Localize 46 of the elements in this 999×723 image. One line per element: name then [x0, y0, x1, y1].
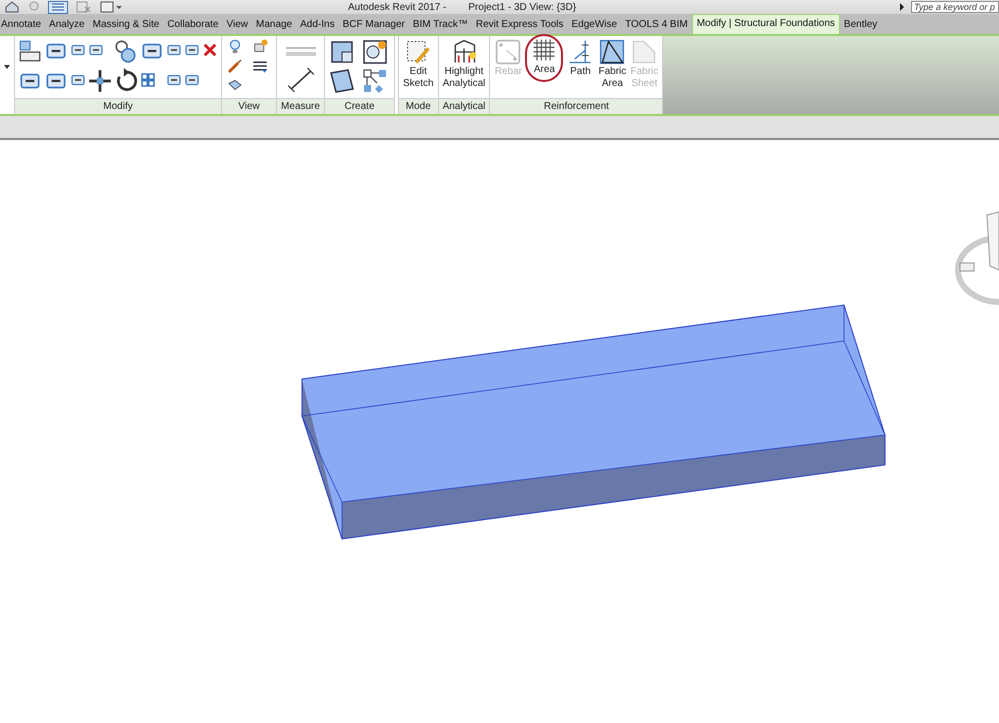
ribbon-button[interactable]: Highlight Analytical	[442, 38, 486, 90]
panel-title: Measure	[277, 98, 324, 114]
ribbon-tab[interactable]: TOOLS 4 BIM	[621, 16, 692, 34]
ribbon-button[interactable]: Fabric Area	[597, 38, 628, 90]
parts-icon[interactable]	[328, 67, 356, 95]
ribbon-tab[interactable]: Collaborate	[163, 16, 222, 34]
model-group-icon[interactable]	[361, 38, 389, 66]
ribbon-tab[interactable]: View	[222, 16, 252, 34]
ribbon-button[interactable]: Path	[565, 38, 596, 78]
caret-icon[interactable]	[899, 3, 905, 11]
rebar-icon	[494, 38, 522, 66]
array-icon[interactable]	[139, 71, 157, 89]
ribbon-tab[interactable]: Bentley	[840, 16, 882, 34]
ribbon-tab[interactable]: Revit Express Tools	[472, 16, 568, 34]
panel-title: View	[222, 98, 276, 114]
ribbon-tab[interactable]: Add-Ins	[296, 16, 339, 34]
ribbon-button[interactable]: Area	[525, 34, 564, 82]
panel-title: Mode	[399, 98, 438, 114]
paintbrush-icon[interactable]	[226, 57, 244, 75]
search-field[interactable]: Type a keyword or p	[911, 1, 999, 13]
windows-icon[interactable]	[100, 1, 122, 13]
app-title: Autodesk Revit 2017 -	[348, 2, 446, 12]
panel-title: Create	[325, 98, 394, 114]
list-icon[interactable]	[48, 0, 68, 14]
document-title: Project1 - 3D View: {3D}	[468, 2, 576, 12]
ribbon-tab[interactable]: BCF Manager	[338, 16, 409, 34]
move-icon[interactable]	[87, 68, 113, 94]
fabric-icon	[598, 38, 626, 66]
ribbon-tab[interactable]: EdgeWise	[568, 16, 622, 34]
ribbon-tab[interactable]: BIM Track™	[408, 16, 472, 34]
dropdown-icon[interactable]	[4, 65, 10, 69]
ribbon-tab[interactable]: Massing & Site	[88, 16, 164, 34]
ribbon-button[interactable]: Edit Sketch	[402, 38, 435, 90]
flow-icon[interactable]	[361, 67, 389, 95]
delete-icon[interactable]	[201, 41, 219, 59]
panel-title: Modify	[15, 98, 221, 114]
ribbon-tab[interactable]: Analyze	[45, 16, 89, 34]
close-window-icon[interactable]	[76, 1, 92, 13]
panel-title: Analytical	[438, 98, 490, 114]
slab-drawing[interactable]	[302, 304, 886, 540]
view-cube-drawing[interactable]	[955, 211, 999, 305]
ribbon-tab[interactable]: Manage	[252, 16, 296, 34]
align-icon[interactable]	[17, 38, 43, 64]
ribbon-tab[interactable]: Annotate	[0, 16, 46, 34]
panel-title: Reinforcement	[490, 98, 662, 114]
ribbon-tab[interactable]: Modify | Structural Foundations	[692, 14, 840, 34]
